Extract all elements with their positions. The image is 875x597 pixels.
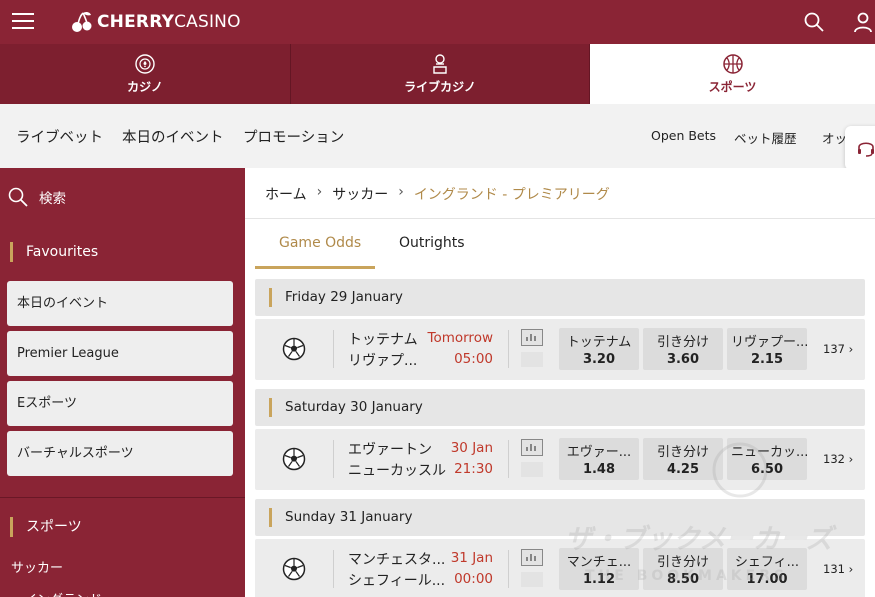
- support-button[interactable]: [845, 126, 875, 170]
- away-team: ニューカッスル: [348, 463, 446, 479]
- nav-bet-history[interactable]: ベット履歴: [734, 128, 797, 147]
- basketball-icon: [722, 54, 743, 74]
- sidebar-item-soccer[interactable]: サッカー: [11, 557, 63, 576]
- home-team: マンチェスタ...: [348, 552, 444, 568]
- nav-todays-events[interactable]: 本日のイベント: [122, 126, 224, 147]
- odds-button-draw[interactable]: 引き分け 4.25: [643, 438, 723, 480]
- odds-button-away[interactable]: リヴァプー... 2.15: [727, 328, 807, 370]
- placeholder-box: [521, 572, 543, 587]
- nav-promotions[interactable]: プロモーション: [243, 126, 344, 147]
- active-tab-indicator: [255, 266, 375, 269]
- soccer-ball-icon: [282, 337, 306, 361]
- chevron-right-icon: ›: [316, 184, 323, 200]
- headset-icon: [858, 142, 874, 157]
- away-team: リヴァプ...: [348, 353, 418, 369]
- divider: [508, 440, 509, 478]
- tab-game-odds[interactable]: Game Odds: [279, 235, 361, 251]
- divider: [508, 550, 509, 588]
- day-header: Saturday 30 January: [255, 389, 865, 426]
- odds-button-away[interactable]: ニューカッ... 6.50: [727, 438, 807, 480]
- divider: [333, 330, 334, 368]
- placeholder-box: [521, 462, 543, 477]
- home-team: トッテナム: [348, 332, 418, 348]
- divider: [333, 550, 334, 588]
- odds-button-draw[interactable]: 引き分け 3.60: [643, 328, 723, 370]
- tab-sports[interactable]: スポーツ: [590, 44, 875, 104]
- sidebar-item-england[interactable]: イングランド: [24, 589, 102, 597]
- match-day: 31 Jan: [450, 550, 493, 566]
- sidebar-search-label: 検索: [39, 191, 66, 207]
- top-bar: CHERRYCASINO: [0, 0, 875, 44]
- tab-casino[interactable]: カジノ: [0, 44, 291, 104]
- menu-icon[interactable]: [12, 13, 34, 29]
- divider: [333, 440, 334, 478]
- main-content: ホーム › サッカー › イングランド - プレミアリーグ Game Odds …: [245, 168, 875, 597]
- sidebar-search[interactable]: 検索: [7, 186, 66, 208]
- user-icon[interactable]: [852, 11, 874, 33]
- more-markets-link[interactable]: 137 ›: [823, 342, 853, 356]
- odds-button-away[interactable]: シェフィ... 17.00: [727, 548, 807, 590]
- match-day: 30 Jan: [450, 440, 493, 456]
- match-time: 00:00: [454, 571, 493, 587]
- tab-outrights[interactable]: Outrights: [399, 235, 465, 251]
- soccer-ball-icon: [282, 557, 306, 581]
- cherry-logo-icon: [72, 11, 92, 32]
- sidebar-item-premier-league[interactable]: Premier League: [7, 331, 233, 376]
- stats-icon[interactable]: [521, 439, 543, 456]
- odds-button-home[interactable]: マンチェ... 1.12: [559, 548, 639, 590]
- sidebar-item-todays-events[interactable]: 本日のイベント: [7, 281, 233, 326]
- match-row[interactable]: エヴァートン ニューカッスル 30 Jan 21:30 エヴァー... 1.48 …: [255, 429, 865, 490]
- category-tabs: カジノ ライブカジノ スポーツ: [0, 44, 875, 104]
- breadcrumb-current: イングランド - プレミアリーグ: [413, 187, 610, 203]
- odds-button-home[interactable]: エヴァー... 1.48: [559, 438, 639, 480]
- odds-tabs: Game Odds Outrights: [255, 219, 865, 269]
- more-markets-link[interactable]: 131 ›: [823, 562, 853, 576]
- nav-live-bet[interactable]: ライブベット: [16, 126, 103, 147]
- odds-button-draw[interactable]: 引き分け 8.50: [643, 548, 723, 590]
- odds-button-home[interactable]: トッテナム 3.20: [559, 328, 639, 370]
- casino-chip-icon: [135, 54, 155, 74]
- search-icon[interactable]: [803, 11, 825, 33]
- match-row[interactable]: トッテナム リヴァプ... Tomorrow 05:00 トッテナム 3.20 引…: [255, 319, 865, 380]
- placeholder-box: [521, 352, 543, 367]
- match-time: 21:30: [454, 461, 493, 477]
- sidebar-item-esports[interactable]: Eスポーツ: [7, 381, 233, 426]
- nav-open-bets[interactable]: Open Bets: [651, 128, 716, 143]
- search-icon: [8, 187, 28, 207]
- home-team: エヴァートン: [348, 442, 432, 458]
- sports-heading: スポーツ: [10, 517, 82, 537]
- day-header: Sunday 31 January: [255, 499, 865, 536]
- favourites-heading: Favourites: [10, 242, 98, 262]
- tab-live-casino[interactable]: ライブカジノ: [291, 44, 590, 104]
- sidebar-divider: [0, 497, 245, 498]
- more-markets-link[interactable]: 132 ›: [823, 452, 853, 466]
- day-header: Friday 29 January: [255, 279, 865, 316]
- soccer-ball-icon: [282, 447, 306, 471]
- logo[interactable]: CHERRYCASINO: [70, 10, 241, 34]
- stats-icon[interactable]: [521, 549, 543, 566]
- sidebar: 検索 Favourites 本日のイベント Premier League Eスポ…: [0, 168, 245, 597]
- chevron-right-icon: ›: [398, 184, 404, 200]
- breadcrumb: ホーム › サッカー › イングランド - プレミアリーグ: [265, 184, 610, 204]
- sidebar-item-virtual-sports[interactable]: バーチャルスポーツ: [7, 431, 233, 476]
- sub-navigation: ライブベット 本日のイベント プロモーション Open Bets ベット履歴 オ…: [0, 104, 875, 168]
- live-dealer-icon: [433, 54, 447, 74]
- match-time: 05:00: [454, 351, 493, 367]
- breadcrumb-home[interactable]: ホーム: [265, 184, 307, 204]
- breadcrumb-soccer[interactable]: サッカー: [332, 184, 388, 204]
- match-row[interactable]: マンチェスタ... シェフィール... 31 Jan 00:00 マンチェ...…: [255, 539, 865, 597]
- logo-text: CHERRYCASINO: [97, 12, 241, 32]
- match-day: Tomorrow: [427, 330, 494, 346]
- divider: [508, 330, 509, 368]
- stats-icon[interactable]: [521, 329, 543, 346]
- nav-odds-settings[interactable]: オッ: [822, 128, 847, 147]
- away-team: シェフィール...: [348, 573, 444, 589]
